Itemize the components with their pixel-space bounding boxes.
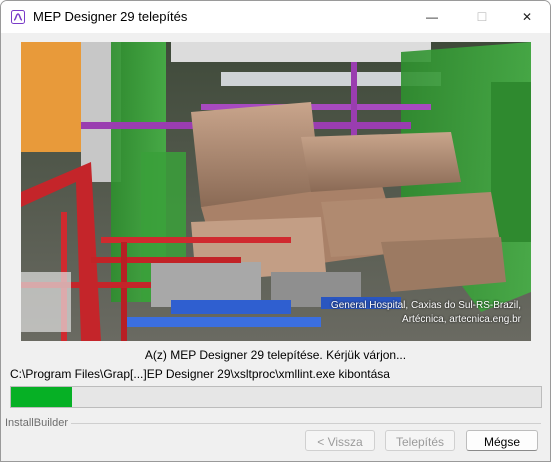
back-button[interactable]: < Vissza [305,430,375,451]
title-bar: MEP Designer 29 telepítés — ☐ ✕ [1,1,550,33]
credit-line-1: General Hospital, Caxias do Sul-RS-Brazi… [330,300,521,311]
banner-image: General Hospital, Caxias do Sul-RS-Brazi… [21,42,531,341]
minimize-icon[interactable]: — [409,1,455,33]
maximize-icon[interactable]: ☐ [459,1,505,33]
image-credit: General Hospital, Caxias do Sul-RS-Brazi… [331,299,521,327]
credit-line-2: Artécnica, artecnica.eng.br [402,314,521,325]
progress-fill [11,387,72,407]
divider [71,423,541,424]
mep-render-illustration [21,42,531,341]
progress-bar [10,386,542,408]
status-text: A(z) MEP Designer 29 telepítése. Kérjük … [144,348,407,362]
installer-window: MEP Designer 29 telepítés — ☐ ✕ General … [0,0,551,462]
close-icon[interactable]: ✕ [504,1,550,33]
current-file-text: C:\Program Files\Grap[...]EP Designer 29… [10,367,390,381]
app-icon [11,10,25,24]
window-title: MEP Designer 29 telepítés [33,9,188,24]
cancel-button[interactable]: Mégse [466,430,538,451]
installbuilder-label: InstallBuilder [5,417,71,429]
install-button[interactable]: Telepítés [385,430,455,451]
